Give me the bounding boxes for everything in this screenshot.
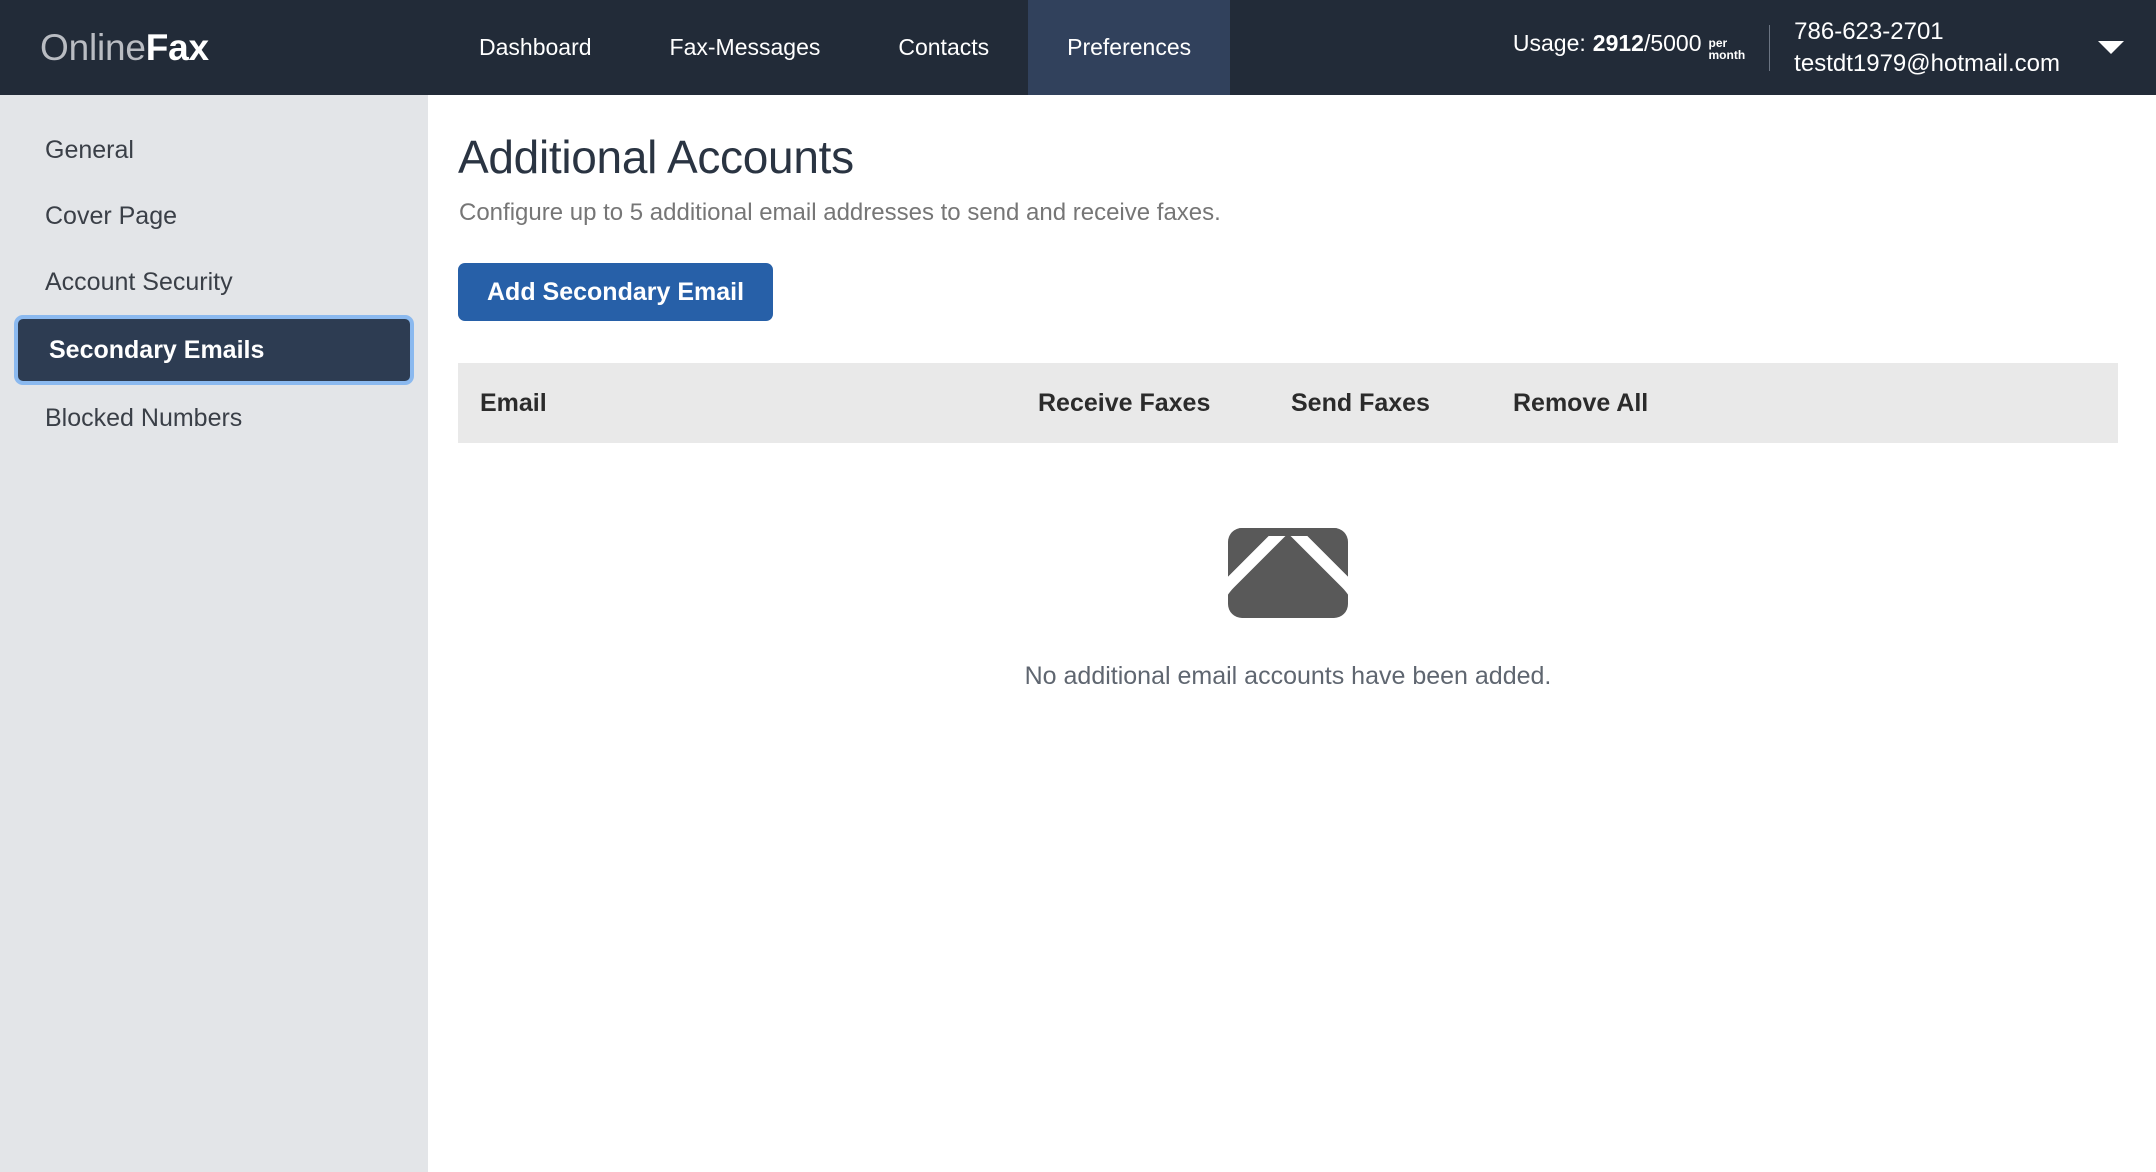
page-title: Additional Accounts — [458, 130, 854, 184]
logo-text-fax: Fax — [146, 27, 209, 69]
nav-tab-preferences[interactable]: Preferences — [1028, 0, 1230, 95]
page-subtitle: Configure up to 5 additional email addre… — [459, 199, 1221, 227]
sidebar-item-cover-page[interactable]: Cover Page — [0, 183, 428, 249]
nav-tab-dashboard[interactable]: Dashboard — [440, 0, 631, 95]
sidebar-item-account-security[interactable]: Account Security — [0, 249, 428, 315]
main-nav: Dashboard Fax-Messages Contacts Preferen… — [440, 0, 1230, 95]
column-header-receive-faxes: Receive Faxes — [1038, 389, 1210, 418]
empty-state-message: No additional email accounts have been a… — [1025, 662, 1552, 691]
column-header-email: Email — [480, 389, 547, 418]
secondary-emails-table-header: Email Receive Faxes Send Faxes Remove Al… — [458, 363, 2118, 443]
sidebar-item-secondary-emails[interactable]: Secondary Emails — [14, 315, 414, 385]
preferences-sidebar: General Cover Page Account Security Seco… — [0, 95, 428, 1172]
top-right-area: Usage: 2912 /5000 per month 786-623-2701… — [1513, 0, 2156, 95]
usage-period: per month — [1709, 37, 1746, 61]
top-navigation-bar: OnlineFax Dashboard Fax-Messages Contact… — [0, 0, 2156, 95]
nav-tab-contacts[interactable]: Contacts — [859, 0, 1028, 95]
account-email-address: testdt1979@hotmail.com — [1794, 48, 2060, 79]
sidebar-item-blocked-numbers[interactable]: Blocked Numbers — [0, 385, 428, 451]
add-secondary-email-button[interactable]: Add Secondary Email — [458, 263, 773, 321]
chevron-down-icon[interactable] — [2098, 41, 2124, 54]
sidebar-item-label: Account Security — [45, 268, 233, 297]
header-divider — [1769, 25, 1770, 71]
account-info[interactable]: 786-623-2701 testdt1979@hotmail.com — [1794, 16, 2060, 78]
column-header-remove-all[interactable]: Remove All — [1513, 389, 1648, 418]
usage-label: Usage: — [1513, 30, 1586, 57]
nav-tab-fax-messages[interactable]: Fax-Messages — [631, 0, 860, 95]
sidebar-item-general[interactable]: General — [0, 117, 428, 183]
logo-text-online: Online — [40, 27, 146, 69]
envelope-icon — [1228, 528, 1348, 618]
usage-period-month: month — [1709, 49, 1746, 61]
main-content: Additional Accounts Configure up to 5 ad… — [428, 95, 2156, 1172]
app-logo[interactable]: OnlineFax — [0, 0, 300, 95]
sidebar-item-label: Cover Page — [45, 202, 177, 231]
column-header-send-faxes: Send Faxes — [1291, 389, 1430, 418]
sidebar-item-label: Secondary Emails — [18, 336, 264, 365]
account-phone-number: 786-623-2701 — [1794, 16, 2060, 47]
usage-indicator: Usage: 2912 /5000 per month — [1513, 30, 1745, 65]
empty-state: No additional email accounts have been a… — [458, 443, 2118, 691]
usage-total-count: /5000 — [1644, 30, 1702, 57]
sidebar-item-label: General — [45, 136, 134, 165]
usage-used-count: 2912 — [1586, 30, 1644, 57]
sidebar-item-label: Blocked Numbers — [45, 404, 242, 433]
